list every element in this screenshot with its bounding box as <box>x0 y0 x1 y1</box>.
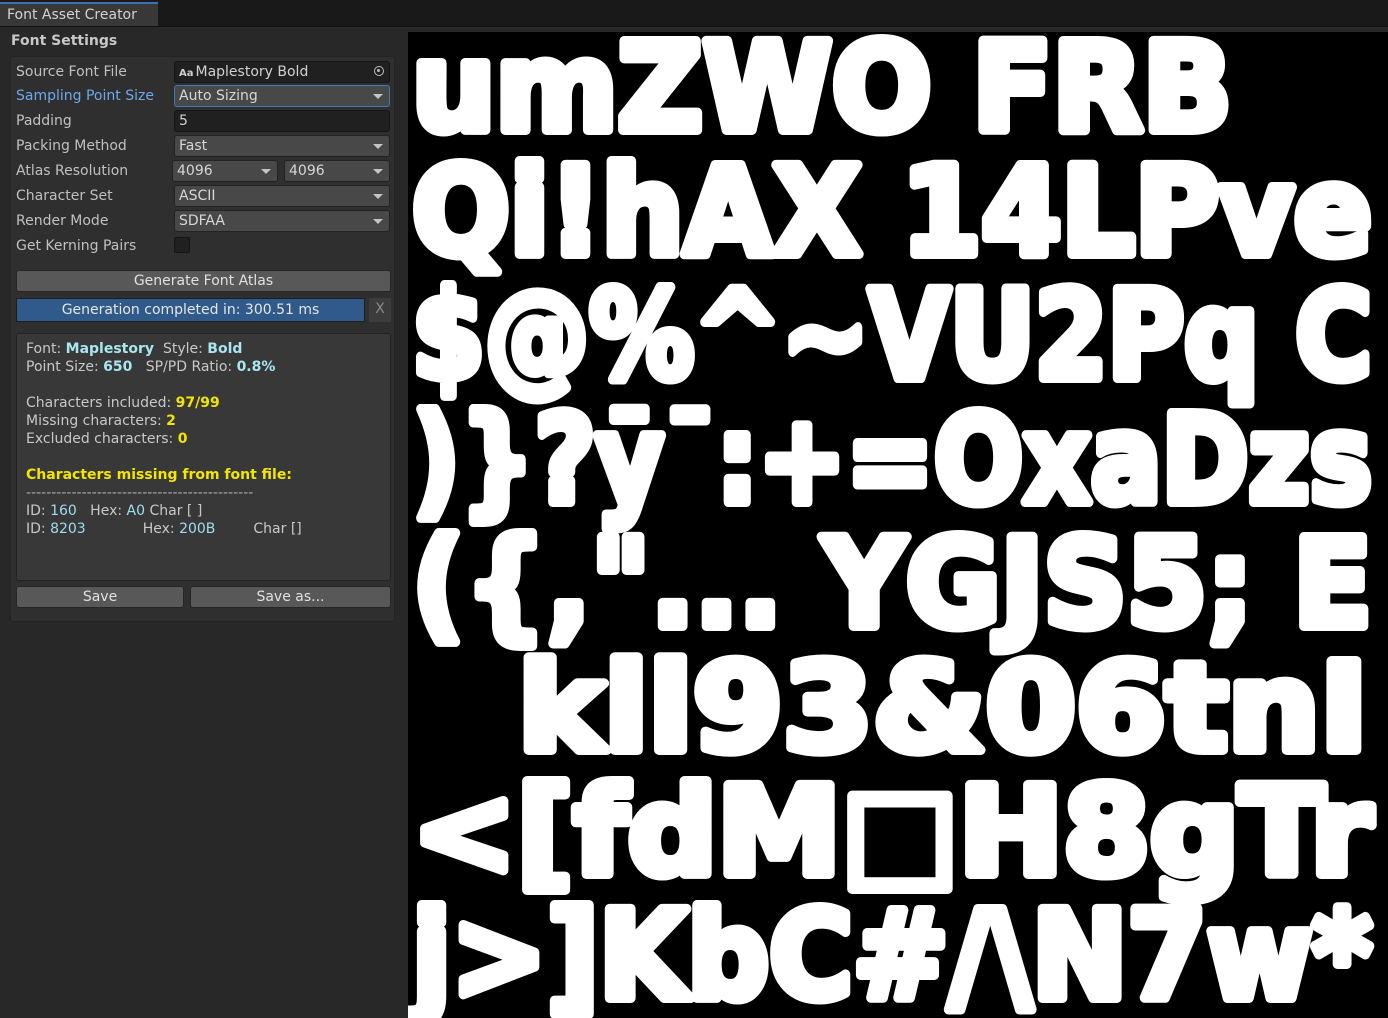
atlas-height-value: 4096 <box>289 163 325 179</box>
chevron-down-icon <box>373 169 383 174</box>
object-picker-icon[interactable] <box>374 66 384 76</box>
row-kerning-pairs: Get Kerning Pairs <box>16 235 391 258</box>
generation-progress-bar: Generation completed in: 300.51 ms <box>16 298 365 322</box>
font-info-box: Font: Maplestory Style: Bold Point Size:… <box>16 333 391 581</box>
info-font-line: Font: Maplestory Style: Bold <box>26 341 243 357</box>
row-packing-method: Packing Method Fast <box>16 135 391 158</box>
info-point-size-line: Point Size: 650 SP/PD Ratio: 0.8% <box>26 359 276 375</box>
padding-input[interactable]: 5 <box>174 110 390 132</box>
kerning-pairs-checkbox[interactable] <box>174 237 190 253</box>
atlas-height-dropdown[interactable]: 4096 <box>284 160 390 182</box>
sampling-point-size-label: Sampling Point Size <box>16 88 154 104</box>
row-sampling-point-size: Sampling Point Size Auto Sizing <box>16 85 391 108</box>
atlas-row: )}?ȳ¯:+=OxaDzs <box>412 389 1372 531</box>
font-atlas-preview: umZWO FRB Qi!hAX 14LPve $@%^~VU2Pq C )}?… <box>408 32 1388 1018</box>
row-atlas-resolution: Atlas Resolution 4096 4096 <box>16 160 391 183</box>
row-character-set: Character Set ASCII <box>16 185 391 208</box>
row-padding: Padding 5 <box>16 110 391 133</box>
title-bar: Font Asset Creator <box>0 0 1388 27</box>
atlas-resolution-label: Atlas Resolution <box>16 163 129 179</box>
render-mode-label: Render Mode <box>16 213 109 229</box>
atlas-row: umZWO FRB <box>412 32 1232 159</box>
packing-method-label: Packing Method <box>16 138 127 154</box>
row-render-mode: Render Mode SDFAA <box>16 210 391 233</box>
missing-char-row: ID: 160 Hex: A0 Char [ ] <box>26 503 203 519</box>
kerning-pairs-label: Get Kerning Pairs <box>16 238 137 254</box>
atlas-width-dropdown[interactable]: 4096 <box>172 160 278 182</box>
chevron-down-icon <box>373 144 383 149</box>
info-separator: ----------------------------------------… <box>26 485 254 501</box>
info-missing-line: Missing characters: 2 <box>26 413 176 429</box>
atlas-row: <[fdM□H8gTr <box>412 761 1372 903</box>
generate-font-atlas-button[interactable]: Generate Font Atlas <box>16 270 391 292</box>
padding-label: Padding <box>16 113 72 129</box>
missing-characters-header: Characters missing from font file: <box>26 467 292 483</box>
sampling-point-size-dropdown[interactable]: Auto Sizing <box>174 85 390 107</box>
atlas-row: kll93&06tnI <box>518 637 1368 779</box>
atlas-row: $@%^~VU2Pq C <box>412 265 1372 407</box>
row-source-font: Source Font File Aa Maplestory Bold <box>16 61 391 84</box>
packing-method-value: Fast <box>179 138 208 154</box>
chevron-down-icon <box>373 194 383 199</box>
chevron-down-icon <box>373 94 383 99</box>
atlas-row: j>]KbC#/\N7w* <box>408 885 1372 1018</box>
render-mode-value: SDFAA <box>179 213 225 229</box>
missing-char-row: ID: 8203 Hex: 200B Char [] <box>26 521 302 537</box>
character-set-dropdown[interactable]: ASCII <box>174 185 390 207</box>
section-title-font-settings: Font Settings <box>11 33 118 49</box>
save-as-button[interactable]: Save as... <box>190 586 391 608</box>
atlas-row: Qi!hAX 14LPve <box>412 141 1372 283</box>
character-set-value: ASCII <box>179 188 216 204</box>
render-mode-dropdown[interactable]: SDFAA <box>174 210 390 232</box>
chevron-down-icon <box>373 219 383 224</box>
packing-method-dropdown[interactable]: Fast <box>174 135 390 157</box>
atlas-width-value: 4096 <box>177 163 213 179</box>
atlas-glyph-sheet: umZWO FRB Qi!hAX 14LPve $@%^~VU2Pq C )}?… <box>408 32 1377 1018</box>
close-progress-button[interactable]: X <box>369 298 391 322</box>
sampling-point-size-value: Auto Sizing <box>179 88 258 104</box>
info-excluded-line: Excluded characters: 0 <box>26 431 188 447</box>
save-button[interactable]: Save <box>16 586 184 608</box>
info-included-line: Characters included: 97/99 <box>26 395 220 411</box>
source-font-label: Source Font File <box>16 64 127 80</box>
source-font-field[interactable]: Aa Maplestory Bold <box>174 61 390 83</box>
atlas-row: ({,"... YGJS5; E <box>412 513 1372 655</box>
character-set-label: Character Set <box>16 188 113 204</box>
font-asset-icon: Aa <box>179 68 194 79</box>
tab-font-asset-creator[interactable]: Font Asset Creator <box>0 2 158 26</box>
source-font-value: Maplestory Bold <box>195 64 309 80</box>
chevron-down-icon <box>261 169 271 174</box>
font-settings-panel: Source Font File Aa Maplestory Bold Sampl… <box>10 56 395 622</box>
